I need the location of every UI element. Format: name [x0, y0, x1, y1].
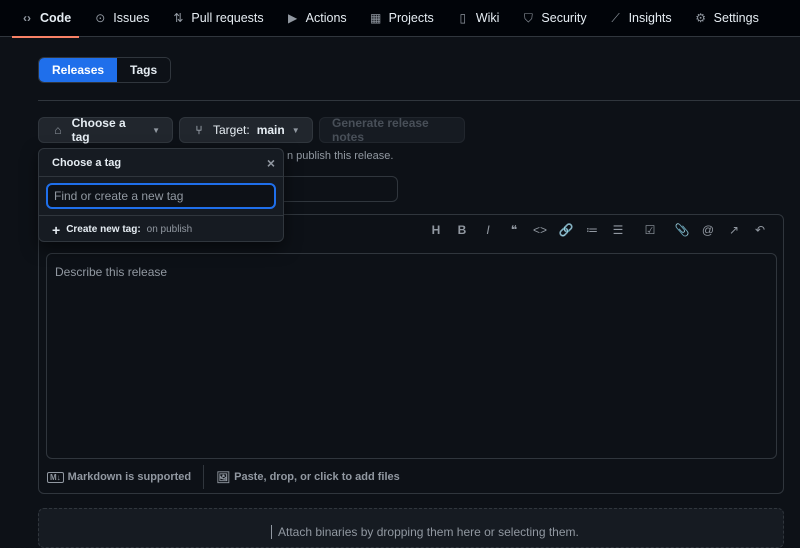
code-icon[interactable]: <> — [527, 223, 553, 237]
mention-icon[interactable]: @ — [695, 223, 721, 237]
reference-icon[interactable]: ↗ — [721, 223, 747, 237]
caret-down-icon: ▼ — [152, 125, 160, 135]
tab-settings[interactable]: ⚙ Settings — [686, 0, 767, 37]
play-icon: ▶ — [288, 11, 298, 25]
target-branch-button[interactable]: ⑂ Target: main ▼ — [179, 117, 313, 143]
unordered-list-icon[interactable]: ☰ — [605, 223, 631, 237]
undo-icon[interactable]: ↶ — [747, 223, 773, 237]
tag-search-input[interactable] — [46, 183, 276, 209]
quote-icon[interactable]: ❝ — [501, 223, 527, 237]
target-label: Target: — [213, 123, 250, 137]
tab-code[interactable]: ‹› Code — [12, 0, 80, 38]
bold-icon[interactable]: B — [449, 223, 475, 237]
tab-releases[interactable]: Releases — [39, 58, 118, 82]
tag-icon: ⌂ — [54, 123, 62, 137]
graph-icon: ⟋ — [611, 10, 620, 25]
table-icon: ▦ — [369, 11, 382, 25]
nav-label: Security — [541, 11, 587, 25]
release-editor: H B I ❝ <> 🔗 ≔ ☰ ☑ 📎 @ ↗ ↶ Describe this release M↓ … — [38, 214, 784, 494]
markdown-icon: M↓ — [47, 471, 64, 483]
target-value: main — [256, 123, 285, 137]
tab-insights[interactable]: ⟋ Insights — [601, 0, 680, 37]
nav-label: Actions — [305, 11, 347, 25]
caret-down-icon: ▼ — [291, 125, 300, 135]
divider — [38, 100, 800, 101]
nav-label: Pull requests — [191, 11, 264, 25]
link-icon[interactable]: 🔗 — [553, 223, 579, 237]
image-icon: 🖼 — [216, 471, 231, 484]
markdown-toolbar: H B I ❝ <> 🔗 ≔ ☰ ☑ 📎 @ ↗ ↶ — [423, 223, 773, 237]
shield-icon: ⛉ — [523, 10, 533, 25]
tab-tags[interactable]: Tags — [117, 58, 171, 82]
binaries-dropzone[interactable]: Attach binaries by dropping them here or… — [38, 508, 784, 548]
nav-label: Wiki — [475, 11, 500, 25]
gear-icon: ⚙ — [695, 11, 707, 25]
tab-issues[interactable]: ⊙ Issues — [85, 0, 157, 37]
branch-icon: ⑂ — [195, 123, 203, 137]
choose-tag-popover: Choose a tag × + Create new tag: on publi… — [38, 148, 284, 242]
generate-release-notes-button[interactable]: Generate release notes — [319, 116, 465, 144]
attach-icon[interactable]: 📎 — [669, 223, 695, 237]
tab-actions[interactable]: ▶ Actions — [278, 0, 355, 37]
tab-security[interactable]: ⛉ Security — [513, 0, 594, 37]
tab-wiki[interactable]: ▯ Wiki — [448, 0, 508, 37]
dropzone-text: Attach binaries by dropping them here or… — [271, 525, 579, 539]
create-tag-suffix: on publish — [146, 224, 193, 235]
nav-label: Issues — [113, 11, 150, 25]
markdown-link[interactable]: Markdown is supported — [68, 471, 191, 483]
plus-icon: + — [52, 221, 61, 238]
close-icon[interactable]: × — [267, 155, 275, 171]
release-description-input[interactable]: Describe this release — [46, 253, 777, 459]
repo-nav: ‹› Code ⊙ Issues ⇅ Pull requests ▶ Actions ▦ Proj… — [0, 0, 800, 38]
issue-icon: ⊙ — [95, 11, 106, 25]
ordered-list-icon[interactable]: ≔ — [579, 223, 605, 237]
release-title-input[interactable] — [270, 176, 398, 202]
tag-hint: n publish this release. — [287, 150, 394, 162]
create-new-tag-option[interactable]: + Create new tag: on publish — [39, 215, 283, 243]
italic-icon[interactable]: I — [475, 223, 501, 237]
pull-request-icon: ⇅ — [173, 11, 184, 25]
nav-label: Settings — [713, 11, 759, 25]
tab-pull-requests[interactable]: ⇅ Pull requests — [163, 0, 271, 37]
book-icon: ▯ — [459, 11, 467, 25]
nav-label: Projects — [388, 11, 434, 25]
code-icon: ‹› — [23, 11, 31, 25]
attach-files-link[interactable]: Paste, drop, or click to add files — [234, 471, 400, 483]
choose-tag-button[interactable]: ⌂ Choose a tag ▼ — [38, 116, 173, 144]
releases-tags-toggle: Releases Tags — [38, 57, 172, 83]
create-tag-label: Create new tag: — [66, 224, 141, 235]
heading-icon[interactable]: H — [423, 223, 449, 237]
popover-title: Choose a tag — [52, 156, 122, 169]
nav-label: Insights — [628, 11, 672, 25]
choose-tag-label: Choose a tag — [71, 116, 126, 144]
nav-label: Code — [40, 11, 72, 25]
task-list-icon[interactable]: ☑ — [637, 223, 663, 237]
tab-projects[interactable]: ▦ Projects — [361, 0, 442, 37]
